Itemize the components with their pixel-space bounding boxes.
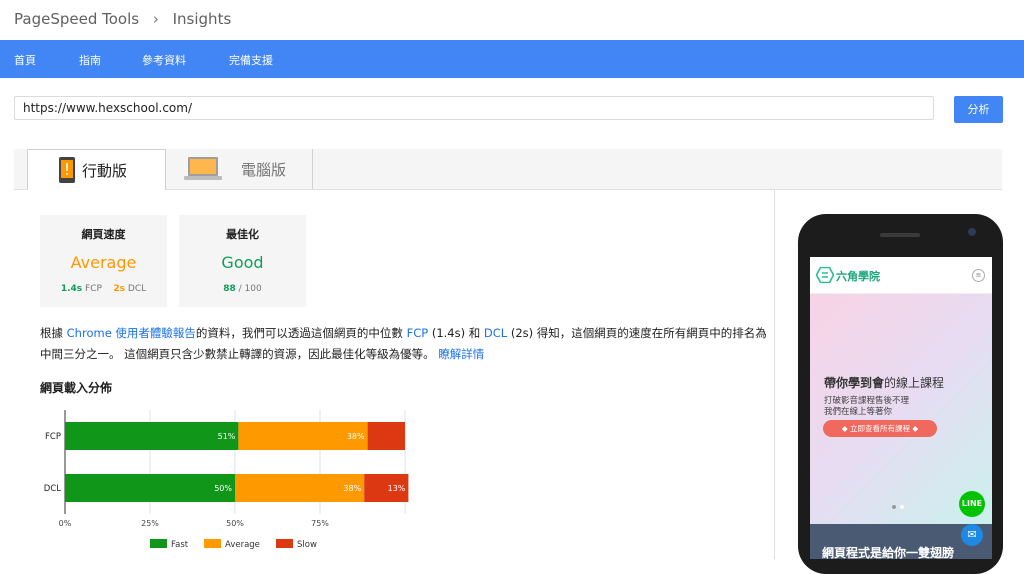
chrome-ux-report-link[interactable]: Chrome 使用者體驗報告 [67, 326, 196, 340]
x-tick-label: 25% [141, 519, 159, 528]
x-tick-label: 0% [59, 519, 72, 528]
diamond-icon: ◆ [841, 424, 848, 433]
column-divider [774, 189, 775, 559]
tab-mobile-label: 行動版 [82, 162, 128, 180]
url-input[interactable]: https://www.hexschool.com/ [14, 96, 934, 120]
fcp-link[interactable]: FCP [407, 326, 429, 340]
nav-item-support[interactable]: 完備支援 [229, 52, 273, 68]
hero-title-rest: 的線上課程 [884, 376, 945, 390]
distribution-title: 網頁載入分佈 [40, 381, 113, 395]
chevron-right-icon: › [152, 10, 159, 28]
optimization-score-value: 88 [223, 284, 236, 294]
phone-speaker [880, 233, 920, 237]
carousel-dot-active[interactable] [900, 505, 904, 509]
analyze-button[interactable]: 分析 [954, 96, 1003, 123]
optimization-card-title: 最佳化 [226, 228, 259, 241]
line-chat-button[interactable]: LINE [959, 491, 985, 517]
fcp-value: 1.4s [60, 284, 83, 294]
data-label: 38% [343, 484, 361, 493]
title-bar: PageSpeed Tools › Insights [0, 0, 1024, 40]
carousel-dot[interactable] [892, 505, 896, 509]
tab-desktop[interactable]: 電腦版 [166, 149, 313, 189]
category-label: FCP [45, 432, 61, 442]
view-courses-label: 立即查看所有課程 [850, 424, 910, 433]
line-badge-label: LINE [961, 499, 983, 508]
optimization-score: 88 / 100 [179, 284, 306, 294]
speed-metrics: 1.4s FCP 2s DCL [40, 284, 167, 294]
view-courses-button[interactable]: ◆ 立即查看所有課程 ◆ [823, 420, 937, 437]
speed-rating: Average [70, 253, 137, 272]
messenger-chat-icon[interactable]: ✉ [961, 524, 983, 546]
dcl-link[interactable]: DCL [484, 326, 507, 340]
optimization-score-total: / 100 [238, 284, 262, 294]
optimization-card: 最佳化 Good 88 / 100 [179, 215, 306, 307]
tab-mobile[interactable]: 行動版 [27, 149, 166, 190]
summary-text-1: 根據 [40, 326, 67, 340]
load-distribution-chart: FCP 51% 38% DCL 50% 38% 13% 0% 25% 50% 75% [44, 410, 409, 528]
learn-more-link[interactable]: 瞭解詳情 [438, 347, 484, 361]
speed-card: 網頁速度 Average 1.4s FCP 2s DCL [40, 215, 167, 307]
bar-slow-fcp [367, 422, 405, 450]
breadcrumb-root[interactable]: PageSpeed Tools [14, 10, 139, 28]
data-label: 51% [218, 432, 236, 441]
bar-fast-fcp [65, 422, 239, 450]
hero-title: 帶你學到會的線上課程 [824, 374, 944, 391]
legend-fast-label: Fast [171, 540, 189, 550]
menu-icon[interactable]: ≡ [972, 269, 985, 282]
nav-item-reference[interactable]: 參考資料 [142, 52, 186, 68]
breadcrumb: PageSpeed Tools › Insights [14, 10, 231, 28]
phone-screen: 六角學院 ≡ 帶你學到會的線上課程 打破影音課程售後不理 我們在線上等著你 ◆ … [810, 257, 992, 559]
fcp-label: FCP [85, 284, 102, 294]
speed-card-title: 網頁速度 [81, 228, 126, 241]
diamond-icon: ◆ [912, 424, 919, 433]
legend-slow-label: Slow [297, 540, 317, 550]
legend-fast: Fast [150, 539, 188, 550]
laptop-icon [184, 157, 222, 180]
device-tabs: 行動版 電腦版 [14, 149, 1002, 190]
legend-average: Average [204, 539, 260, 550]
hero-banner: 帶你學到會的線上課程 打破影音課程售後不理 我們在線上等著你 ◆ 立即查看所有課… [810, 294, 992, 524]
hero-line-2: 我們在線上等著你 [824, 407, 893, 417]
dcl-value: 2s [113, 284, 126, 294]
breadcrumb-current: Insights [172, 10, 232, 28]
top-nav: 首頁 指南 參考資料 完備支援 [0, 40, 1024, 78]
bar-fast-dcl [65, 474, 235, 502]
nav-item-home[interactable]: 首頁 [14, 52, 36, 68]
data-label: 13% [388, 484, 406, 493]
legend-average-swatch [204, 539, 221, 548]
legend-slow-swatch [276, 539, 293, 548]
tab-desktop-label: 電腦版 [241, 161, 287, 179]
dcl-label: DCL [127, 284, 147, 294]
x-tick-label: 50% [226, 519, 244, 528]
category-label: DCL [44, 484, 61, 494]
site-logo-text: 六角學院 [836, 270, 880, 283]
legend-fast-swatch [150, 539, 167, 548]
site-header: 六角學院 ≡ [810, 257, 992, 294]
data-label: 50% [214, 484, 232, 493]
legend-average-label: Average [225, 540, 260, 550]
nav-item-guide[interactable]: 指南 [79, 52, 101, 68]
summary-paragraph: 根據 Chrome 使用者體驗報告的資料，我們可以透過這個網頁的中位數 FCP … [40, 323, 770, 365]
summary-text-3: (1.4s) 和 [428, 326, 484, 340]
site-bottom-section: 網頁程式是給你一雙翅膀 ✉ [810, 524, 992, 559]
optimization-rating: Good [221, 253, 264, 272]
hexschool-logo-icon [816, 267, 834, 283]
hero-title-bold: 帶你學到會 [824, 376, 885, 390]
mobile-phone-icon [59, 157, 75, 183]
bottom-heading: 網頁程式是給你一雙翅膀 [822, 546, 955, 559]
legend-slow: Slow [276, 539, 317, 550]
summary-text-2: 的資料，我們可以透過這個網頁的中位數 [195, 326, 407, 340]
x-tick-label: 75% [311, 519, 329, 528]
data-label: 38% [347, 432, 365, 441]
phone-camera [968, 228, 976, 236]
